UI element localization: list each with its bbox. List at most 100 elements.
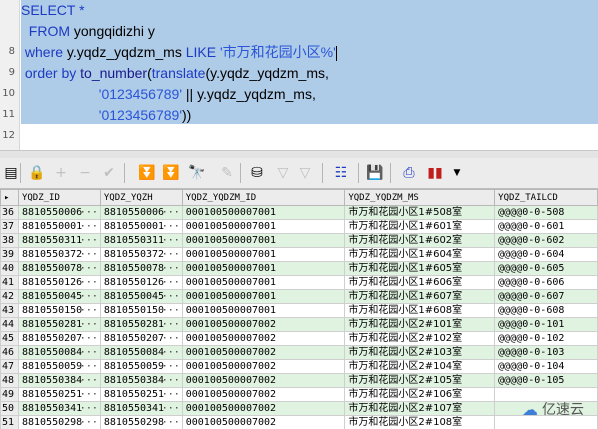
cell-yqdz-yqdzm-id[interactable]: 000100500007001 [181,219,346,234]
cell-yqdz-yqdzm-id[interactable]: 000100500007002 [181,415,346,429]
cell-yqdz-yqdzm-id[interactable]: 000100500007001 [181,233,346,248]
chevron-down-icon[interactable]: ▼ [446,162,468,184]
cell-ellipsis-button[interactable]: ··· [162,263,182,275]
table-row[interactable]: 49 ··· 8810550251 ··· 8810550251 000100500007… [0,387,598,402]
cell-yqdz-yqdzm-ms[interactable]: 市万和花园小区2#108室 [344,415,496,429]
cell-yqdz-yqdzm-id[interactable]: 000100500007001 [181,261,346,276]
cell-yqdz-yqdzm-ms[interactable]: 市万和花园小区2#106室 [344,387,496,402]
cell-yqdz-yqdzm-id[interactable]: 000100500007001 [181,275,346,290]
cell-yqdz-tailcd[interactable]: @@@@0-0-606 [494,275,598,290]
cell-yqdz-yqzh[interactable]: ··· 8810550311 [99,233,183,248]
cell-ellipsis-button[interactable]: ··· [162,361,182,373]
cell-ellipsis-button[interactable]: ··· [162,249,182,261]
table-row[interactable]: 39 ··· 8810550372 ··· 8810550372 000100500007… [0,247,598,262]
next-arrow-icon[interactable]: ▽ [294,162,316,184]
code-line-translate-close[interactable]: '0123456789')) [21,105,192,126]
cell-yqdz-yqdzm-id[interactable]: 000100500007002 [181,317,346,332]
cell-yqdz-yqzh[interactable]: ··· 8810550006 [99,205,183,220]
cell-yqdz-id[interactable]: ··· 8810550281 [17,317,101,332]
cell-yqdz-tailcd[interactable]: @@@@0-0-601 [494,219,598,234]
code-line-translate-arg[interactable]: '0123456789' || y.yqdz_yqdzm_ms, [21,84,316,105]
cell-ellipsis-button[interactable]: ··· [162,389,182,401]
cell-yqdz-yqzh[interactable]: ··· 8810550078 [99,261,183,276]
table-row[interactable]: 46 ··· 8810550084 ··· 8810550084 000100500007… [0,345,598,360]
table-row[interactable]: 44 ··· 8810550281 ··· 8810550281 000100500007… [0,317,598,332]
cell-yqdz-yqdzm-id[interactable]: 000100500007002 [181,387,346,402]
table-row[interactable]: 47 ··· 8810550059 ··· 8810550059 000100500007… [0,359,598,374]
cell-yqdz-tailcd[interactable]: @@@@0-0-102 [494,331,598,346]
code-line-from[interactable]: FROM yongqidizhi y [21,21,155,42]
cell-yqdz-id[interactable]: ··· 8810550207 [17,331,101,346]
cell-yqdz-yqdzm-id[interactable]: 000100500007002 [181,373,346,388]
result-grid[interactable]: ▸ YQDZ_ID YQDZ_YQZH YQDZ_YQDZM_ID YQDZ_Y… [0,189,598,429]
cell-yqdz-id[interactable]: ··· 8810550126 [17,275,101,290]
cell-yqdz-yqdzm-ms[interactable]: 市万和花园小区1#604室 [344,247,496,262]
cell-yqdz-yqzh[interactable]: ··· 8810550384 [99,373,183,388]
cell-yqdz-yqzh[interactable]: ··· 8810550084 [99,345,183,360]
cell-yqdz-id[interactable]: ··· 8810550084 [17,345,101,360]
table-row[interactable]: 38 ··· 8810550311 ··· 8810550311 000100500007… [0,233,598,248]
cell-ellipsis-button[interactable]: ··· [80,417,100,429]
cell-yqdz-yqdzm-ms[interactable]: 市万和花园小区1#602室 [344,233,496,248]
cell-yqdz-id[interactable]: ··· 8810550078 [17,261,101,276]
cell-yqdz-yqdzm-id[interactable]: 000100500007001 [181,303,346,318]
cell-yqdz-tailcd[interactable]: @@@@0-0-103 [494,345,598,360]
print-icon[interactable]: ⎙ [398,162,420,184]
cell-yqdz-id[interactable]: ··· 8810550372 [17,247,101,262]
column-header[interactable]: YQDZ_ID [17,189,101,206]
table-row[interactable]: 50 ··· 8810550341 ··· 8810550341 000100500007… [0,401,598,416]
cell-yqdz-tailcd[interactable]: @@@@0-0-605 [494,261,598,276]
cell-yqdz-yqdzm-id[interactable]: 000100500007002 [181,401,346,416]
cell-ellipsis-button[interactable]: ··· [162,221,182,233]
cell-ellipsis-button[interactable]: ··· [162,403,182,415]
table-row[interactable]: 41 ··· 8810550126 ··· 8810550126 000100500007… [0,275,598,290]
cell-yqdz-id[interactable]: ··· 8810550311 [17,233,101,248]
cell-yqdz-yqdzm-id[interactable]: 000100500007002 [181,331,346,346]
cell-ellipsis-button[interactable]: ··· [80,389,100,401]
cell-yqdz-yqzh[interactable]: ··· 8810550045 [99,289,183,304]
table-row[interactable]: 43 ··· 8810550150 ··· 8810550150 000100500007… [0,303,598,318]
cell-ellipsis-button[interactable]: ··· [80,403,100,415]
cell-ellipsis-button[interactable]: ··· [80,291,100,303]
cell-yqdz-yqzh[interactable]: ··· 8810550126 [99,275,183,290]
clear-icon[interactable]: ✎ [216,162,238,184]
cell-yqdz-tailcd[interactable]: @@@@0-0-604 [494,247,598,262]
table-row[interactable]: 36 ··· 8810550006 ··· 8810550006 000100500007… [0,205,598,220]
cell-ellipsis-button[interactable]: ··· [80,333,100,345]
cell-yqdz-yqdzm-ms[interactable]: 市万和花园小区1#607室 [344,289,496,304]
delete-record-icon[interactable]: − [74,162,96,184]
save-icon[interactable]: 💾 [364,162,386,184]
cell-yqdz-yqdzm-ms[interactable]: 市万和花园小区2#103室 [344,345,496,360]
cell-yqdz-yqzh[interactable]: ··· 8810550059 [99,359,183,374]
cell-ellipsis-button[interactable]: ··· [80,375,100,387]
cell-ellipsis-button[interactable]: ··· [162,375,182,387]
code-line-select[interactable]: SELECT * [21,0,85,21]
code-line-where[interactable]: where y.yqdz_yqdzm_ms LIKE '市万和花园小区%' [21,42,337,63]
column-header[interactable]: YQDZ_TAILCD [494,189,598,206]
cell-ellipsis-button[interactable]: ··· [80,277,100,289]
table-row[interactable]: 40 ··· 8810550078 ··· 8810550078 000100500007… [0,261,598,276]
code-line-order-by[interactable]: order by to_number(translate(y.yqdz_yqdz… [21,63,329,84]
cell-ellipsis-button[interactable]: ··· [80,319,100,331]
cell-yqdz-id[interactable]: ··· 8810550251 [17,387,101,402]
table-row[interactable]: 45 ··· 8810550207 ··· 8810550207 000100500007… [0,331,598,346]
cell-ellipsis-button[interactable]: ··· [162,277,182,289]
export-icon[interactable]: ⛁ [246,162,268,184]
cell-yqdz-id[interactable]: ··· 8810550045 [17,289,101,304]
cell-ellipsis-button[interactable]: ··· [162,305,182,317]
cell-yqdz-yqzh[interactable]: ··· 8810550207 [99,331,183,346]
cell-yqdz-yqdzm-ms[interactable]: 市万和花园小区1#605室 [344,261,496,276]
cell-yqdz-yqdzm-ms[interactable]: 市万和花园小区2#102室 [344,331,496,346]
cell-yqdz-tailcd[interactable]: @@@@0-0-104 [494,359,598,374]
cell-ellipsis-button[interactable]: ··· [162,235,182,247]
cell-yqdz-yqdzm-ms[interactable]: 市万和花园小区2#101室 [344,317,496,332]
cell-yqdz-yqdzm-id[interactable]: 000100500007002 [181,345,346,360]
cell-yqdz-id[interactable]: ··· 8810550298 [17,415,101,429]
next-page-icon[interactable]: ⏬ [136,162,158,184]
cell-yqdz-yqzh[interactable]: ··· 8810550150 [99,303,183,318]
column-header[interactable]: YQDZ_YQDZM_ID [181,189,346,206]
cell-ellipsis-button[interactable]: ··· [80,361,100,373]
cell-yqdz-yqdzm-ms[interactable]: 市万和花园小区1#601室 [344,219,496,234]
cell-yqdz-yqdzm-ms[interactable]: 市万和花园小区2#107室 [344,401,496,416]
cell-yqdz-yqdzm-ms[interactable]: 市万和花园小区1#508室 [344,205,496,220]
